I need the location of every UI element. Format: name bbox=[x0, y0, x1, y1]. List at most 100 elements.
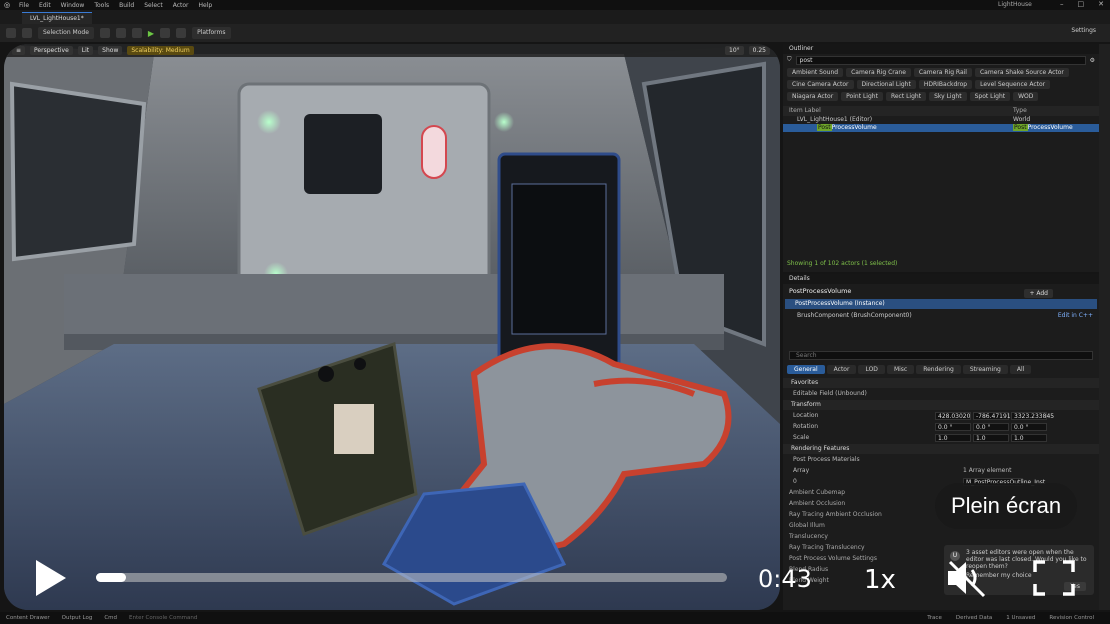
scalability-warning[interactable]: Scalability: Medium bbox=[127, 46, 194, 55]
tab-actor[interactable]: Actor bbox=[826, 365, 857, 374]
section-rendering-features[interactable]: Rendering Features bbox=[783, 444, 1099, 454]
filter-chip[interactable]: Level Sequence Actor bbox=[975, 80, 1051, 89]
level-tab[interactable]: LVL_LightHouse1* bbox=[22, 12, 92, 24]
level-viewport[interactable]: ≡ Perspective Lit Show Scalability: Medi… bbox=[4, 44, 780, 610]
edit-in-cpp-link[interactable]: Edit in C++ bbox=[1058, 311, 1093, 321]
show-button[interactable]: Show bbox=[98, 46, 123, 55]
rotation-x[interactable]: 0.0 ° bbox=[935, 422, 971, 431]
outliner-panel: Outliner ⛉ post ⚙ Ambient Sound Camera R… bbox=[783, 44, 1099, 272]
tab-rendering[interactable]: Rendering bbox=[916, 365, 961, 374]
tab-misc[interactable]: Misc bbox=[886, 365, 915, 374]
output-log-button[interactable]: Output Log bbox=[62, 615, 93, 621]
cmd-dropdown[interactable]: Cmd bbox=[104, 615, 117, 621]
fov-value[interactable]: 10° bbox=[725, 46, 744, 55]
prop-rotation: Rotation 0.0 ° 0.0 ° 0.0 ° bbox=[783, 421, 1099, 432]
subcomponent-row[interactable]: BrushComponent (BrushComponent0) Edit in… bbox=[783, 311, 1099, 321]
scale-x[interactable]: 1.0 bbox=[935, 433, 971, 442]
trace-button[interactable]: Trace bbox=[927, 615, 942, 621]
filter-chip[interactable]: WOD bbox=[1013, 92, 1039, 101]
filter-chip[interactable]: Camera Rig Crane bbox=[846, 68, 911, 77]
details-search-input[interactable]: Search bbox=[789, 351, 1093, 360]
fullscreen-icon[interactable] bbox=[1033, 560, 1075, 596]
outliner-tab[interactable]: Outliner bbox=[783, 44, 1099, 54]
tab-general[interactable]: General bbox=[787, 365, 825, 374]
scale-y[interactable]: 1.0 bbox=[973, 433, 1009, 442]
console-command-input[interactable]: Enter Console Command bbox=[129, 615, 197, 621]
filter-chip[interactable]: HDRIBackdrop bbox=[918, 80, 973, 89]
viewport-menu-icon[interactable]: ≡ bbox=[12, 46, 26, 55]
stop-icon[interactable] bbox=[176, 28, 187, 38]
filter-chip[interactable]: Cine Camera Actor bbox=[787, 80, 854, 89]
location-z[interactable]: 3323.233845 bbox=[1011, 411, 1054, 420]
outliner-search-input[interactable]: post bbox=[795, 55, 1086, 65]
menu-window[interactable]: Window bbox=[56, 2, 90, 9]
platforms-dropdown[interactable]: Platforms bbox=[192, 27, 231, 39]
cinematics-icon[interactable] bbox=[131, 28, 142, 38]
minimize-icon[interactable]: – bbox=[1060, 0, 1064, 8]
close-icon[interactable]: ✕ bbox=[1098, 0, 1104, 8]
filter-icon[interactable]: ⛉ bbox=[787, 56, 792, 64]
playback-speed-button[interactable]: 1x bbox=[864, 565, 896, 595]
outliner-row-world[interactable]: LVL_LightHouse1 (Editor) World bbox=[783, 116, 1099, 124]
add-component-button[interactable]: + Add bbox=[1024, 289, 1053, 298]
subcomponent-label: BrushComponent (BrushComponent0) bbox=[797, 312, 912, 319]
filter-chip[interactable]: Spot Light bbox=[969, 92, 1011, 101]
rotation-y[interactable]: 0.0 ° bbox=[973, 422, 1009, 431]
rotation-z[interactable]: 0.0 ° bbox=[1011, 422, 1047, 431]
perspective-button[interactable]: Perspective bbox=[30, 46, 73, 55]
browse-icon[interactable] bbox=[22, 28, 32, 38]
tab-all[interactable]: All bbox=[1009, 365, 1032, 374]
filter-chip[interactable]: Ambient Sound bbox=[787, 68, 844, 77]
section-transform[interactable]: Transform bbox=[783, 400, 1099, 410]
filter-chip[interactable]: Directional Light bbox=[856, 80, 916, 89]
skip-icon[interactable] bbox=[160, 28, 171, 38]
prop-scale: Scale 1.0 1.0 1.0 bbox=[783, 432, 1099, 443]
menu-edit[interactable]: Edit bbox=[34, 2, 56, 9]
location-y[interactable]: -786.47191 bbox=[973, 411, 1011, 420]
column-item-label[interactable]: Item Label bbox=[789, 106, 1013, 116]
maximize-icon[interactable]: □ bbox=[1078, 0, 1085, 8]
filter-chip[interactable]: Sky Light bbox=[929, 92, 967, 101]
row-type: PostProcessVolume bbox=[1013, 124, 1073, 132]
outliner-filter-row: ⛉ post ⚙ bbox=[783, 54, 1099, 66]
menu-actor[interactable]: Actor bbox=[168, 2, 194, 9]
row-type: World bbox=[1013, 116, 1031, 123]
menu-build[interactable]: Build bbox=[114, 2, 139, 9]
details-tab[interactable]: Details bbox=[783, 274, 1099, 284]
filter-chip[interactable]: Camera Shake Source Actor bbox=[974, 68, 1069, 77]
snap-value[interactable]: 0.25 bbox=[748, 46, 770, 55]
gear-icon[interactable]: ⚙ bbox=[1090, 57, 1095, 64]
filter-chip[interactable]: Rect Light bbox=[885, 92, 927, 101]
column-type[interactable]: Type bbox=[1013, 106, 1027, 116]
play-icon[interactable]: ▶ bbox=[148, 29, 154, 38]
selection-mode-dropdown[interactable]: Selection Mode bbox=[38, 27, 94, 39]
menu-select[interactable]: Select bbox=[139, 2, 168, 9]
content-drawer-button[interactable]: Content Drawer bbox=[6, 615, 50, 621]
filter-chip[interactable]: Camera Rig Rail bbox=[913, 68, 972, 77]
video-progress-bar[interactable] bbox=[96, 573, 727, 582]
unsaved-button[interactable]: 1 Unsaved bbox=[1006, 615, 1035, 621]
location-x[interactable]: 428.03020 bbox=[935, 411, 971, 420]
component-instance-row[interactable]: PostProcessVolume (Instance) bbox=[785, 299, 1097, 309]
derived-data-button[interactable]: Derived Data bbox=[956, 615, 992, 621]
tab-streaming[interactable]: Streaming bbox=[962, 365, 1008, 374]
menu-tools[interactable]: Tools bbox=[89, 2, 114, 9]
filter-chip[interactable]: Point Light bbox=[841, 92, 883, 101]
filter-chip[interactable]: Niagara Actor bbox=[787, 92, 839, 101]
lit-button[interactable]: Lit bbox=[77, 46, 94, 55]
blueprint-icon[interactable] bbox=[115, 28, 126, 38]
menu-file[interactable]: File bbox=[14, 2, 34, 9]
section-favorites[interactable]: Favorites bbox=[783, 378, 1099, 388]
scale-z[interactable]: 1.0 bbox=[1011, 433, 1047, 442]
outliner-row-postprocessvolume[interactable]: PostProcessVolume PostProcessVolume bbox=[783, 124, 1099, 132]
save-icon[interactable] bbox=[6, 28, 16, 38]
settings-button[interactable]: Settings bbox=[1071, 27, 1096, 34]
menu-help[interactable]: Help bbox=[194, 2, 218, 9]
revision-control-button[interactable]: Revision Control bbox=[1049, 615, 1094, 621]
collapsed-section[interactable]: Translucency bbox=[783, 531, 1099, 542]
fullscreen-tooltip: Plein écran bbox=[935, 483, 1078, 529]
add-actor-icon[interactable] bbox=[99, 28, 110, 38]
volume-muted-icon[interactable] bbox=[944, 556, 988, 600]
tab-lod[interactable]: LOD bbox=[858, 365, 885, 374]
play-icon[interactable] bbox=[34, 558, 68, 598]
